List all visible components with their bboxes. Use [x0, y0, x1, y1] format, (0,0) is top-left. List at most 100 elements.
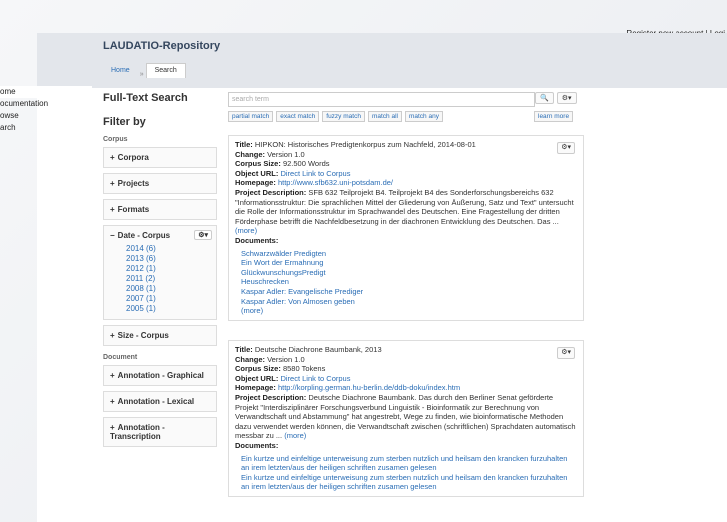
result-title: Deutsche Diachrone Baumbank, 2013	[254, 345, 382, 354]
mode-match-all[interactable]: match all	[367, 111, 402, 122]
description-label: Project Description:	[235, 187, 307, 197]
facet-date-corpus[interactable]: − Date - Corpus ⚙▾ 2014 (6) 2013 (6) 2012…	[103, 225, 217, 320]
document-link[interactable]: Ein kurtze und einfeltige unterweisung z…	[241, 454, 577, 473]
facet-label: Annotation - Graphical	[117, 371, 204, 380]
date-value[interactable]: 2011 (2)	[126, 274, 210, 284]
result-change: Version 1.0	[267, 354, 305, 364]
documents-label: Documents:	[235, 440, 279, 450]
gear-icon[interactable]: ⚙▾	[557, 142, 575, 154]
facet-annotation-graphical[interactable]: + Annotation - Graphical	[103, 365, 217, 386]
facet-formats[interactable]: + Formats	[103, 199, 217, 220]
url-label: Object URL:	[235, 373, 279, 383]
facet-label: Annotation - Lexical	[117, 397, 195, 406]
result-card: ⚙▾ Title: Deutsche Diachrone Baumbank, 2…	[228, 340, 584, 497]
document-link[interactable]: Kaspar Adler: Evangelische Prediger	[241, 287, 577, 297]
plus-icon: +	[110, 371, 115, 380]
gear-icon[interactable]: ⚙▾	[556, 92, 577, 104]
document-link[interactable]: GlückwunschungsPredigt	[241, 268, 577, 278]
result-card: ⚙▾ Title: HIPKON: Historisches Predigten…	[228, 135, 584, 321]
mode-exact-match[interactable]: exact match	[276, 111, 320, 122]
date-value[interactable]: 2013 (6)	[126, 254, 210, 264]
section-corpus: Corpus	[103, 136, 128, 143]
document-list: Schwarzwälder Predigten Ein Wort der Erm…	[235, 249, 577, 316]
mode-partial-match[interactable]: partial match	[228, 111, 274, 122]
filter-column: Full-Text Search Filter by Corpus + Corpo…	[103, 92, 217, 452]
document-list: Ein kurtze und einfeltige unterweisung z…	[235, 454, 577, 492]
documents-label: Documents:	[235, 235, 279, 245]
date-value[interactable]: 2007 (1)	[126, 294, 210, 304]
more-link[interactable]: (more)	[235, 226, 257, 235]
facet-label: Formats	[117, 205, 150, 214]
object-url-link[interactable]: Direct Link to Corpus	[280, 374, 350, 383]
more-link[interactable]: (more)	[284, 431, 306, 440]
change-label: Change:	[235, 149, 265, 159]
search-controls: 🔍 ⚙▾	[535, 92, 577, 104]
size-label: Corpus Size:	[235, 159, 281, 169]
plus-icon: +	[110, 331, 115, 340]
description-label: Project Description:	[235, 392, 307, 402]
facet-label: Size - Corpus	[117, 331, 169, 340]
plus-icon: +	[110, 153, 115, 162]
document-link[interactable]: Schwarzwälder Predigten	[241, 249, 577, 259]
breadcrumb: Home » Search	[103, 63, 186, 78]
date-values: 2014 (6) 2013 (6) 2012 (1) 2011 (2) 2008…	[110, 244, 210, 314]
tab-home[interactable]: Home	[103, 64, 138, 78]
mode-match-any[interactable]: match any	[404, 111, 443, 122]
facet-label: Date - Corpus	[117, 231, 171, 240]
document-link[interactable]: Ein Wort der Ermahnung	[241, 258, 577, 268]
search-icon[interactable]: 🔍	[535, 92, 554, 104]
page-title: Full-Text Search	[103, 92, 188, 104]
filter-heading: Filter by	[103, 116, 146, 128]
facet-corpora[interactable]: + Corpora	[103, 147, 217, 168]
side-item-home[interactable]: ome	[0, 86, 92, 98]
date-value[interactable]: 2008 (1)	[126, 284, 210, 294]
app-title[interactable]: LAUDATIO-Repository	[103, 40, 220, 52]
result-title: HIPKON: Historisches Predigtenkorpus zum…	[254, 140, 476, 149]
facet-label: Annotation - Transcription	[110, 423, 165, 441]
size-label: Corpus Size:	[235, 364, 281, 374]
facet-label: Corpora	[117, 153, 149, 162]
breadcrumb-separator: »	[139, 71, 144, 78]
change-label: Change:	[235, 354, 265, 364]
plus-icon: +	[110, 397, 115, 406]
homepage-link[interactable]: http://www.sfb632.uni-potsdam.de/	[278, 178, 393, 187]
homepage-label: Homepage:	[235, 178, 276, 188]
section-document: Document	[103, 354, 138, 361]
facet-annotation-lexical[interactable]: + Annotation - Lexical	[103, 391, 217, 412]
result-change: Version 1.0	[267, 149, 305, 159]
date-value[interactable]: 2012 (1)	[126, 264, 210, 274]
match-mode-buttons: partial match exact match fuzzy match ma…	[228, 111, 443, 122]
documents-more-link[interactable]: (more)	[241, 306, 577, 316]
plus-icon: +	[110, 179, 115, 188]
facet-label: Projects	[117, 179, 150, 188]
side-item-documentation[interactable]: ocumentation	[0, 98, 92, 110]
result-size: 8580 Tokens	[282, 364, 326, 374]
date-value[interactable]: 2005 (1)	[126, 304, 210, 314]
title-label: Title:	[235, 140, 253, 149]
plus-icon: +	[110, 205, 115, 214]
search-input[interactable]: search term	[228, 92, 535, 107]
learn-more-button[interactable]: learn more	[534, 111, 574, 122]
side-nav: ome ocumentation owse arch	[0, 86, 92, 134]
tab-search[interactable]: Search	[145, 63, 186, 78]
plus-icon: +	[110, 423, 115, 432]
result-size: 92.500 Words	[282, 159, 330, 169]
gear-icon[interactable]: ⚙▾	[557, 347, 575, 359]
gear-icon[interactable]: ⚙▾	[194, 230, 212, 240]
document-link[interactable]: Kaspar Adler: Von Almosen geben	[241, 297, 577, 307]
homepage-label: Homepage:	[235, 383, 276, 393]
mode-fuzzy-match[interactable]: fuzzy match	[322, 111, 365, 122]
minus-icon: −	[110, 231, 115, 240]
facet-annotation-transcription[interactable]: + Annotation - Transcription	[103, 417, 217, 447]
homepage-link[interactable]: http://korpling.german.hu-berlin.de/ddb-…	[278, 383, 460, 392]
facet-projects[interactable]: + Projects	[103, 173, 217, 194]
facet-size-corpus[interactable]: + Size - Corpus	[103, 325, 217, 346]
document-link[interactable]: Ein kurtze und einfeltige unterweisung z…	[241, 473, 577, 492]
side-item-search[interactable]: arch	[0, 122, 92, 134]
top-bar	[0, 0, 727, 33]
date-value[interactable]: 2014 (6)	[126, 244, 210, 254]
document-link[interactable]: Heuschrecken	[241, 277, 577, 287]
side-item-browse[interactable]: owse	[0, 110, 92, 122]
title-label: Title:	[235, 345, 253, 354]
object-url-link[interactable]: Direct Link to Corpus	[280, 169, 350, 178]
